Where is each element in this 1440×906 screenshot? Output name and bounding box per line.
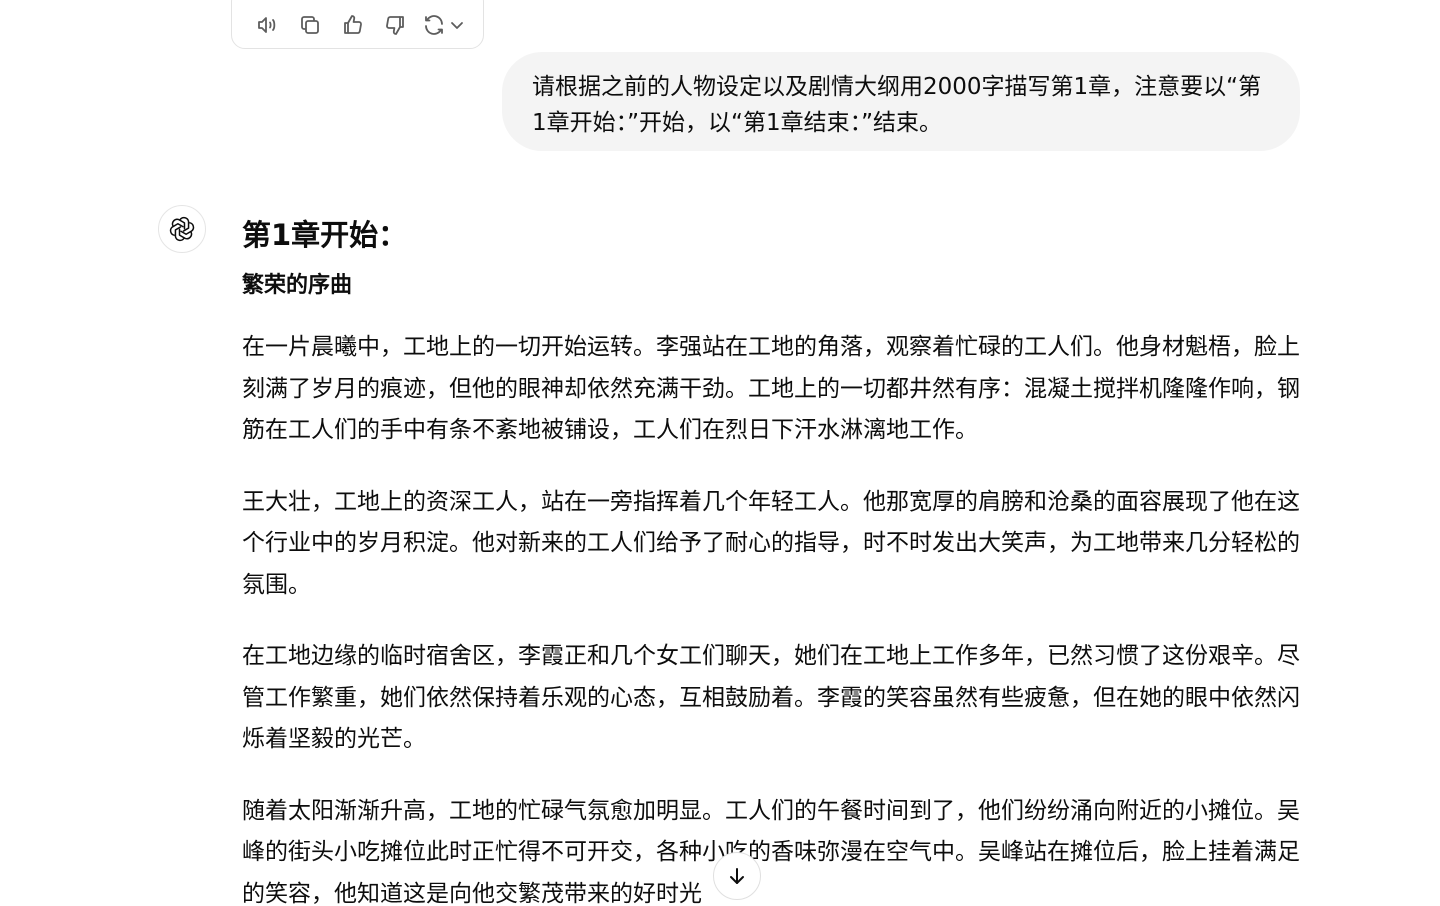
read-aloud-button[interactable] — [246, 7, 289, 43]
thumbs-down-icon — [386, 15, 405, 35]
openai-logo-icon — [169, 216, 195, 242]
section-title: 繁荣的序曲 — [242, 273, 353, 298]
copy-button[interactable] — [289, 7, 332, 43]
regenerate-button[interactable] — [417, 7, 469, 43]
speaker-icon — [258, 16, 276, 33]
chat-page: 请根据之前的人物设定以及剧情大纲用2000字描写第1章，注意要以“第1章开始：”… — [0, 0, 1440, 906]
user-message-bubble: 请根据之前的人物设定以及剧情大纲用2000字描写第1章，注意要以“第1章开始：”… — [502, 52, 1300, 151]
assistant-message: 第1章开始： 繁荣的序曲 在一片晨曦中，工地上的一切开始运转。李强站在工地的角落… — [242, 213, 1302, 906]
regenerate-icon — [424, 14, 443, 35]
chevron-down-icon — [450, 21, 463, 29]
paragraph: 随着太阳渐渐升高，工地的忙碌气氛愈加明显。工人们的午餐时间到了，他们纷纷涌向附近… — [242, 797, 1300, 906]
arrow-down-icon — [730, 868, 744, 884]
assistant-avatar — [158, 205, 206, 253]
copy-icon — [301, 15, 319, 34]
user-message-text: 请根据之前的人物设定以及剧情大纲用2000字描写第1章，注意要以“第1章开始：”… — [532, 74, 1262, 136]
paragraph: 在工地边缘的临时宿舍区，李霞正和几个女工们聊天，她们在工地上工作多年，已然习惯了… — [242, 643, 1300, 752]
message-action-bar — [231, 0, 484, 49]
thumbs-up-icon — [343, 14, 362, 34]
good-response-button[interactable] — [331, 7, 374, 43]
paragraph: 在一片晨曦中，工地上的一切开始运转。李强站在工地的角落，观察着忙碌的工人们。他身… — [242, 334, 1300, 443]
scroll-to-bottom-button[interactable] — [713, 852, 761, 900]
bad-response-button[interactable] — [374, 7, 417, 43]
paragraph: 王大壮，工地上的资深工人，站在一旁指挥着几个年轻工人。他那宽厚的肩膀和沧桑的面容… — [242, 488, 1300, 598]
chapter-title: 第1章开始： — [242, 218, 408, 252]
